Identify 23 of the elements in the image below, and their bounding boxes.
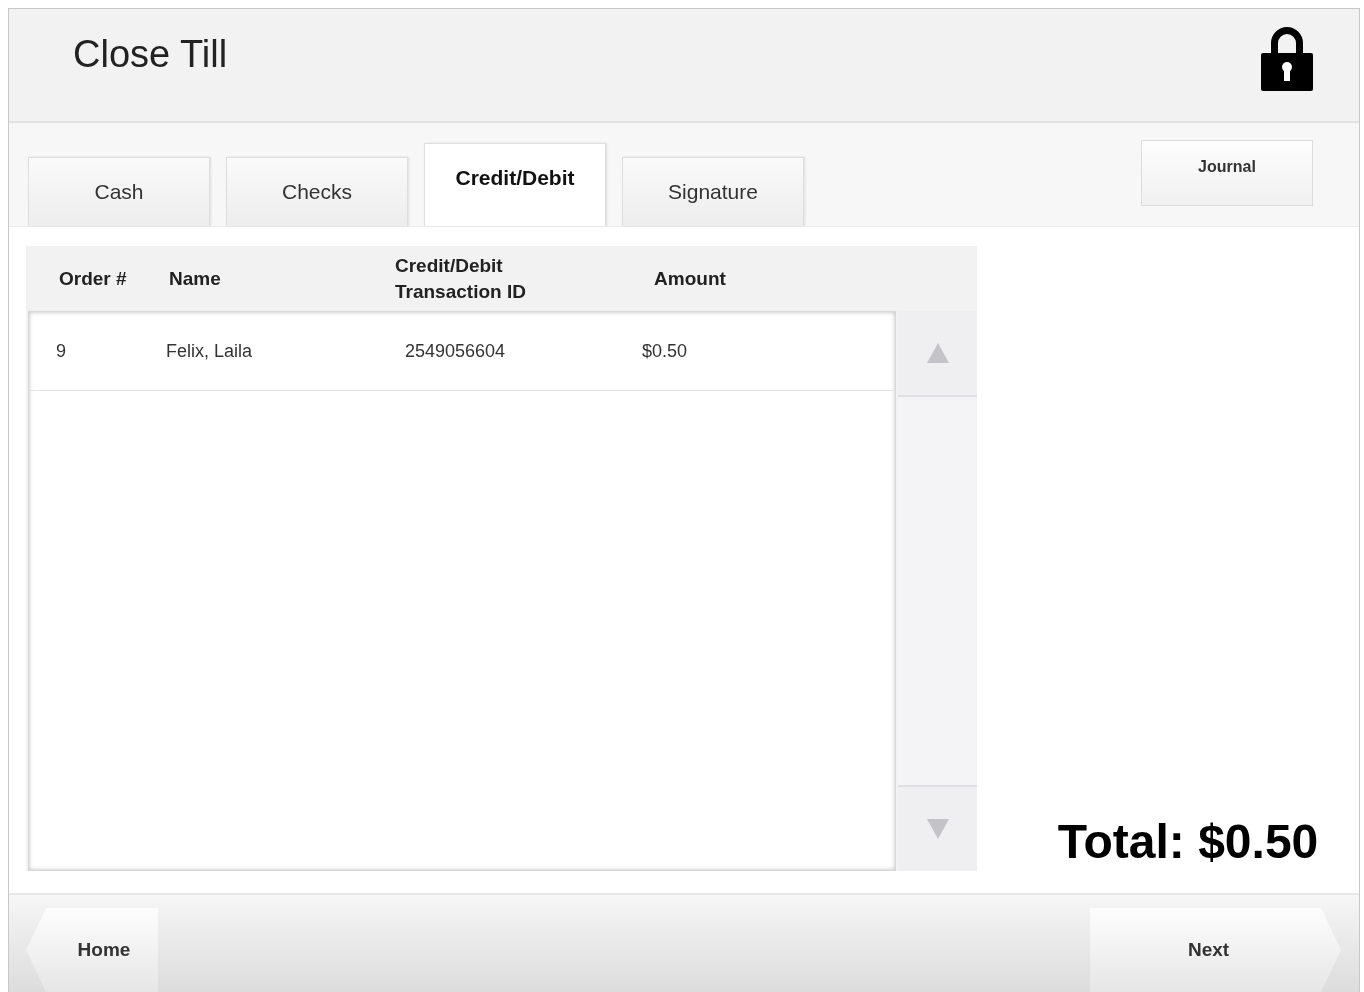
up-triangle-icon [926, 343, 949, 363]
padlock-icon [1261, 25, 1313, 91]
table-cell-text: Felix, Laila [166, 340, 254, 362]
tab[interactable]: Cash [28, 157, 210, 226]
tab[interactable]: Checks [226, 157, 408, 226]
total-amount: Total: $0.50 [1057, 814, 1319, 869]
column-header: Order # [58, 266, 128, 291]
table-cell-text: 2549056604 [405, 340, 507, 362]
column-header: Credit/Debit Transaction ID [395, 253, 527, 304]
tab[interactable]: Credit/Debit [424, 143, 606, 226]
down-triangle-icon [926, 819, 949, 839]
table-cell: $0.50 [642, 340, 688, 362]
column-header: Name [169, 266, 222, 291]
next-button[interactable]: Next [1090, 908, 1341, 992]
scroll-down-button[interactable] [898, 785, 977, 871]
tab[interactable]: Signature [622, 157, 804, 226]
home-button[interactable]: Home [26, 908, 158, 992]
table-row[interactable]: 9 Felix, Laila 2549056604 $0.50 [29, 312, 895, 391]
journal-button[interactable]: Journal [1141, 140, 1313, 206]
column-header: Amount [653, 266, 727, 291]
table-cell-text: 9 [55, 340, 67, 362]
scroll-up-button[interactable] [898, 311, 977, 397]
window-title: Close Till [73, 33, 228, 76]
